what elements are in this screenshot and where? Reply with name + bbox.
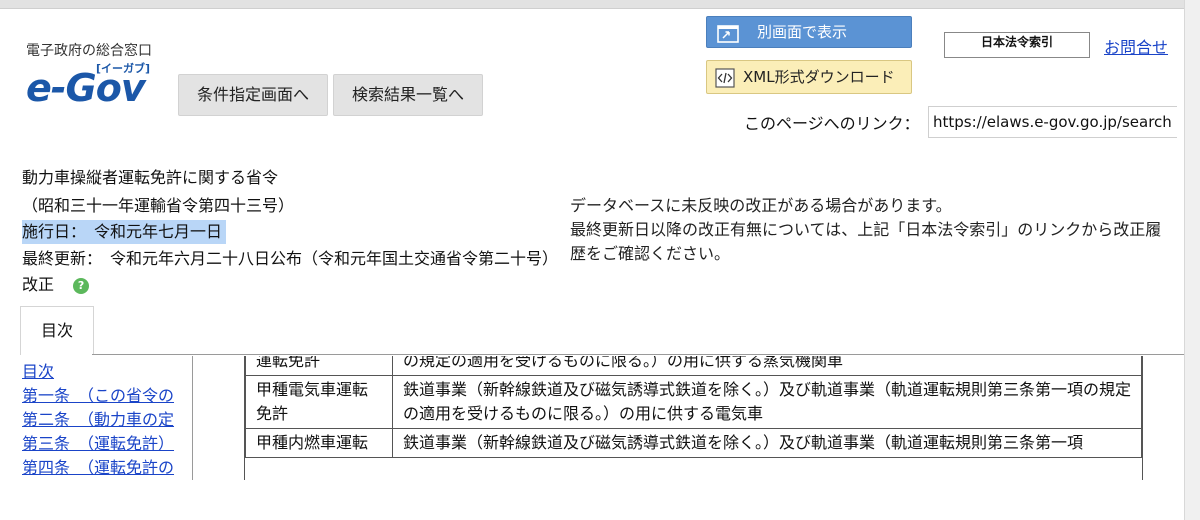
- code-file-icon: [715, 67, 735, 99]
- xml-download-label: XML形式ダウンロード: [743, 68, 895, 86]
- notice-line-2: 最終更新日以降の改正有無については、上記「日本法令索引」のリンクから改正履歴をご…: [570, 220, 1162, 263]
- table-cell-type: 甲種内燃車運転: [245, 428, 393, 458]
- page-scrollbar[interactable]: [1184, 0, 1200, 520]
- toc-item[interactable]: 第四条 （運転免許の: [22, 456, 192, 480]
- tab-toc[interactable]: 目次: [20, 306, 94, 355]
- toc-item[interactable]: 目次: [22, 360, 192, 384]
- toc-item[interactable]: 第三条 （運転免許）: [22, 432, 192, 456]
- notice-line-1: データベースに未反映の改正がある場合があります。: [570, 196, 952, 215]
- new-window-label: 別画面で表示: [757, 23, 848, 41]
- logo-subtitle: 電子政府の総合窓口: [26, 43, 152, 59]
- contact-link[interactable]: お問合せ: [1104, 34, 1168, 58]
- xml-download-button[interactable]: XML形式ダウンロード: [706, 60, 912, 94]
- table-row: 甲種内燃車運転 鉄道事業（新幹線鉄道及び磁気誘導式鉄道を除く。）及び軌道事業（軌…: [245, 428, 1142, 458]
- search-results-button[interactable]: 検索結果一覧へ: [333, 74, 483, 116]
- egov-logo[interactable]: e-Gov: [26, 66, 146, 110]
- database-notice: データベースに未反映の改正がある場合があります。 最終更新日以降の改正有無につい…: [570, 194, 1176, 266]
- law-index-link[interactable]: 日本法令索引: [944, 32, 1090, 58]
- table-row: 運転免許 の規定の適用を受けるものに限る。）の用に供する蒸気機関車: [245, 356, 1142, 376]
- table-cell-type: 運転免許: [245, 356, 393, 376]
- browser-top-edge: [0, 0, 1200, 9]
- last-updated: 最終更新： 令和元年六月二十八日公布（令和元年国土交通省令第二十号）改正 ?: [22, 246, 562, 298]
- law-table-viewport: 運転免許 の規定の適用を受けるものに限る。）の用に供する蒸気機関車 甲種電気車運…: [244, 356, 1143, 480]
- toc-item[interactable]: 第一条 （この省令の: [22, 384, 192, 408]
- toc-divider: [192, 356, 193, 480]
- table-cell-desc: 鉄道事業（新幹線鉄道及び磁気誘導式鉄道を除く。）及び軌道事業（軌道運転規則第三条…: [392, 428, 1142, 458]
- effective-date: 施行日： 令和元年七月一日: [22, 220, 227, 244]
- table-cell-desc: 鉄道事業（新幹線鉄道及び磁気誘導式鉄道を除く。）及び軌道事業（軌道運転規則第三条…: [392, 375, 1142, 429]
- toc-list: 目次 第一条 （この省令の 第二条 （動力車の定 第三条 （運転免許） 第四条 …: [22, 360, 192, 480]
- law-table: 運転免許 の規定の適用を受けるものに限る。）の用に供する蒸気機関車 甲種電気車運…: [245, 356, 1142, 458]
- law-title: 動力車操縦者運転免許に関する省令: [22, 168, 279, 187]
- law-number: （昭和三十一年運輸省令第四十三号）: [22, 196, 295, 215]
- page-link-label: このページへのリンク：: [744, 114, 920, 133]
- tab-divider: [92, 354, 1192, 355]
- window-icon: [717, 23, 739, 53]
- condition-screen-button[interactable]: 条件指定画面へ: [178, 74, 328, 116]
- last-updated-text: 最終更新： 令和元年六月二十八日公布（令和元年国土交通省令第二十号）改正: [22, 249, 559, 294]
- table-cell-type: 甲種電気車運転免許: [245, 375, 393, 429]
- table-cell-desc: の規定の適用を受けるものに限る。）の用に供する蒸気機関車: [392, 356, 1142, 376]
- help-icon[interactable]: ?: [73, 277, 90, 294]
- table-row: 甲種電気車運転免許 鉄道事業（新幹線鉄道及び磁気誘導式鉄道を除く。）及び軌道事業…: [245, 375, 1142, 429]
- open-new-window-button[interactable]: 別画面で表示: [706, 16, 912, 48]
- page-link-input[interactable]: https://elaws.e-gov.go.jp/search: [928, 106, 1177, 138]
- law-index-label: 日本法令索引: [980, 35, 1053, 49]
- toc-item[interactable]: 第二条 （動力車の定: [22, 408, 192, 432]
